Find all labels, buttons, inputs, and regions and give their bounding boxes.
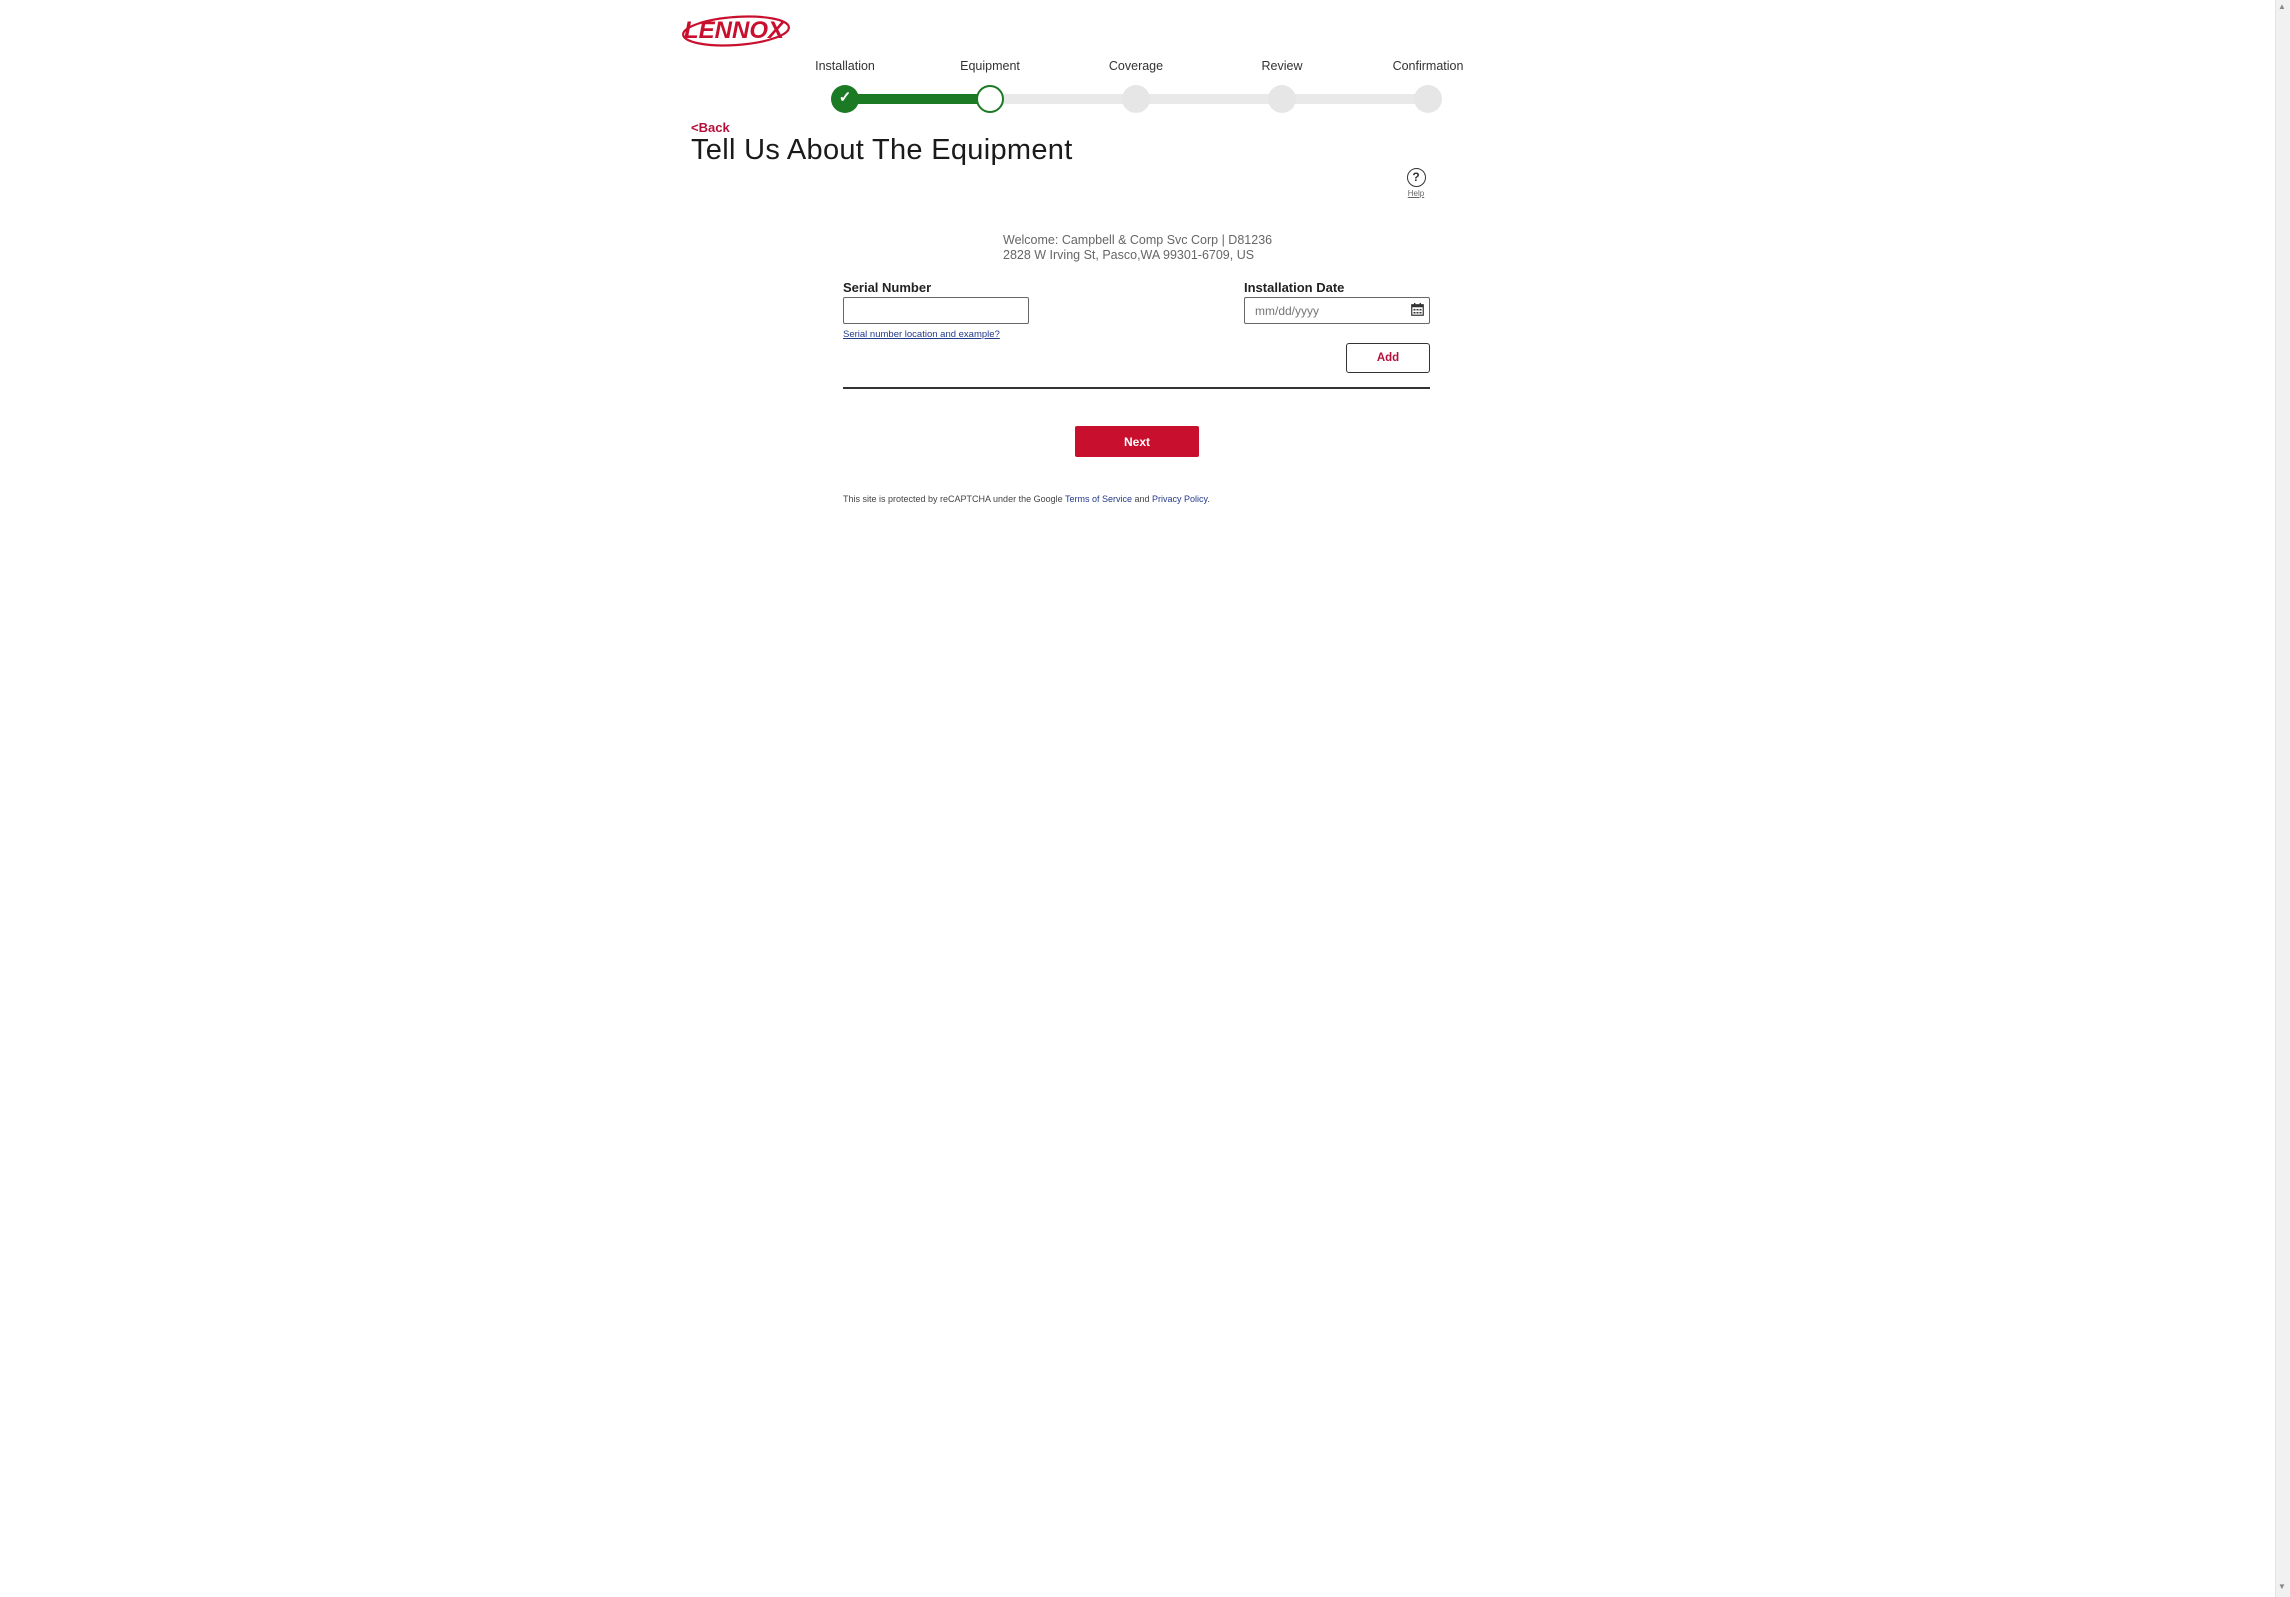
back-link[interactable]: <Back [691,120,730,135]
welcome-info: Welcome: Campbell & Comp Svc Corp | D812… [1003,233,1272,263]
step-label-review: Review [1261,59,1303,73]
svg-text:LENNOX: LENNOX [684,17,786,44]
installation-date-field[interactable] [1244,297,1430,324]
step-label-confirmation: Confirmation [1392,59,1464,73]
add-button[interactable]: Add [1346,343,1430,373]
help-label: Help [1407,189,1425,198]
serial-number-label: Serial Number [843,280,932,295]
recaptcha-and: and [1131,494,1153,504]
installation-date-label: Installation Date [1244,280,1345,295]
serial-help-link[interactable]: Serial number location and example? [843,329,1000,340]
recaptcha-suffix: . [1207,494,1210,504]
next-button[interactable]: Next [1075,426,1199,457]
installation-date-input[interactable] [1253,299,1407,323]
divider [843,387,1430,389]
step-label-coverage: Coverage [1108,59,1164,73]
step-dot-equipment [976,85,1004,113]
page-title: Tell Us About The Equipment [691,134,1073,166]
welcome-line: Welcome: Campbell & Comp Svc Corp | D812… [1003,233,1273,247]
checkmark-icon: ✓ [838,89,852,106]
terms-of-service-link[interactable]: Terms of Service [1065,494,1132,504]
recaptcha-prefix: This site is protected by reCAPTCHA unde… [843,494,1065,504]
privacy-policy-link[interactable]: Privacy Policy [1152,494,1207,504]
progress-fill [845,94,990,104]
step-label-installation: Installation [815,59,875,73]
step-label-equipment: Equipment [960,59,1020,73]
step-dot-installation: ✓ [831,85,859,113]
step-dot-confirmation [1414,85,1442,113]
step-dot-coverage [1122,85,1150,113]
step-dot-review [1268,85,1296,113]
lennox-logo-mark: LENNOX [682,15,790,47]
help-button[interactable]: ? Help [1396,168,1436,198]
serial-number-input[interactable] [843,297,1029,324]
lennox-logo[interactable]: LENNOX [680,12,792,50]
scroll-up-arrow-icon[interactable]: ▲ [2278,2,2286,11]
address-line: 2828 W Irving St, Pasco,WA 99301-6709, U… [1003,248,1255,262]
calendar-icon[interactable] [1411,303,1424,316]
recaptcha-notice: This site is protected by reCAPTCHA unde… [843,494,1210,504]
scroll-down-arrow-icon[interactable]: ▼ [2278,1582,2286,1591]
question-circle-icon: ? [1406,168,1426,187]
vertical-scrollbar[interactable] [2275,0,2290,1597]
